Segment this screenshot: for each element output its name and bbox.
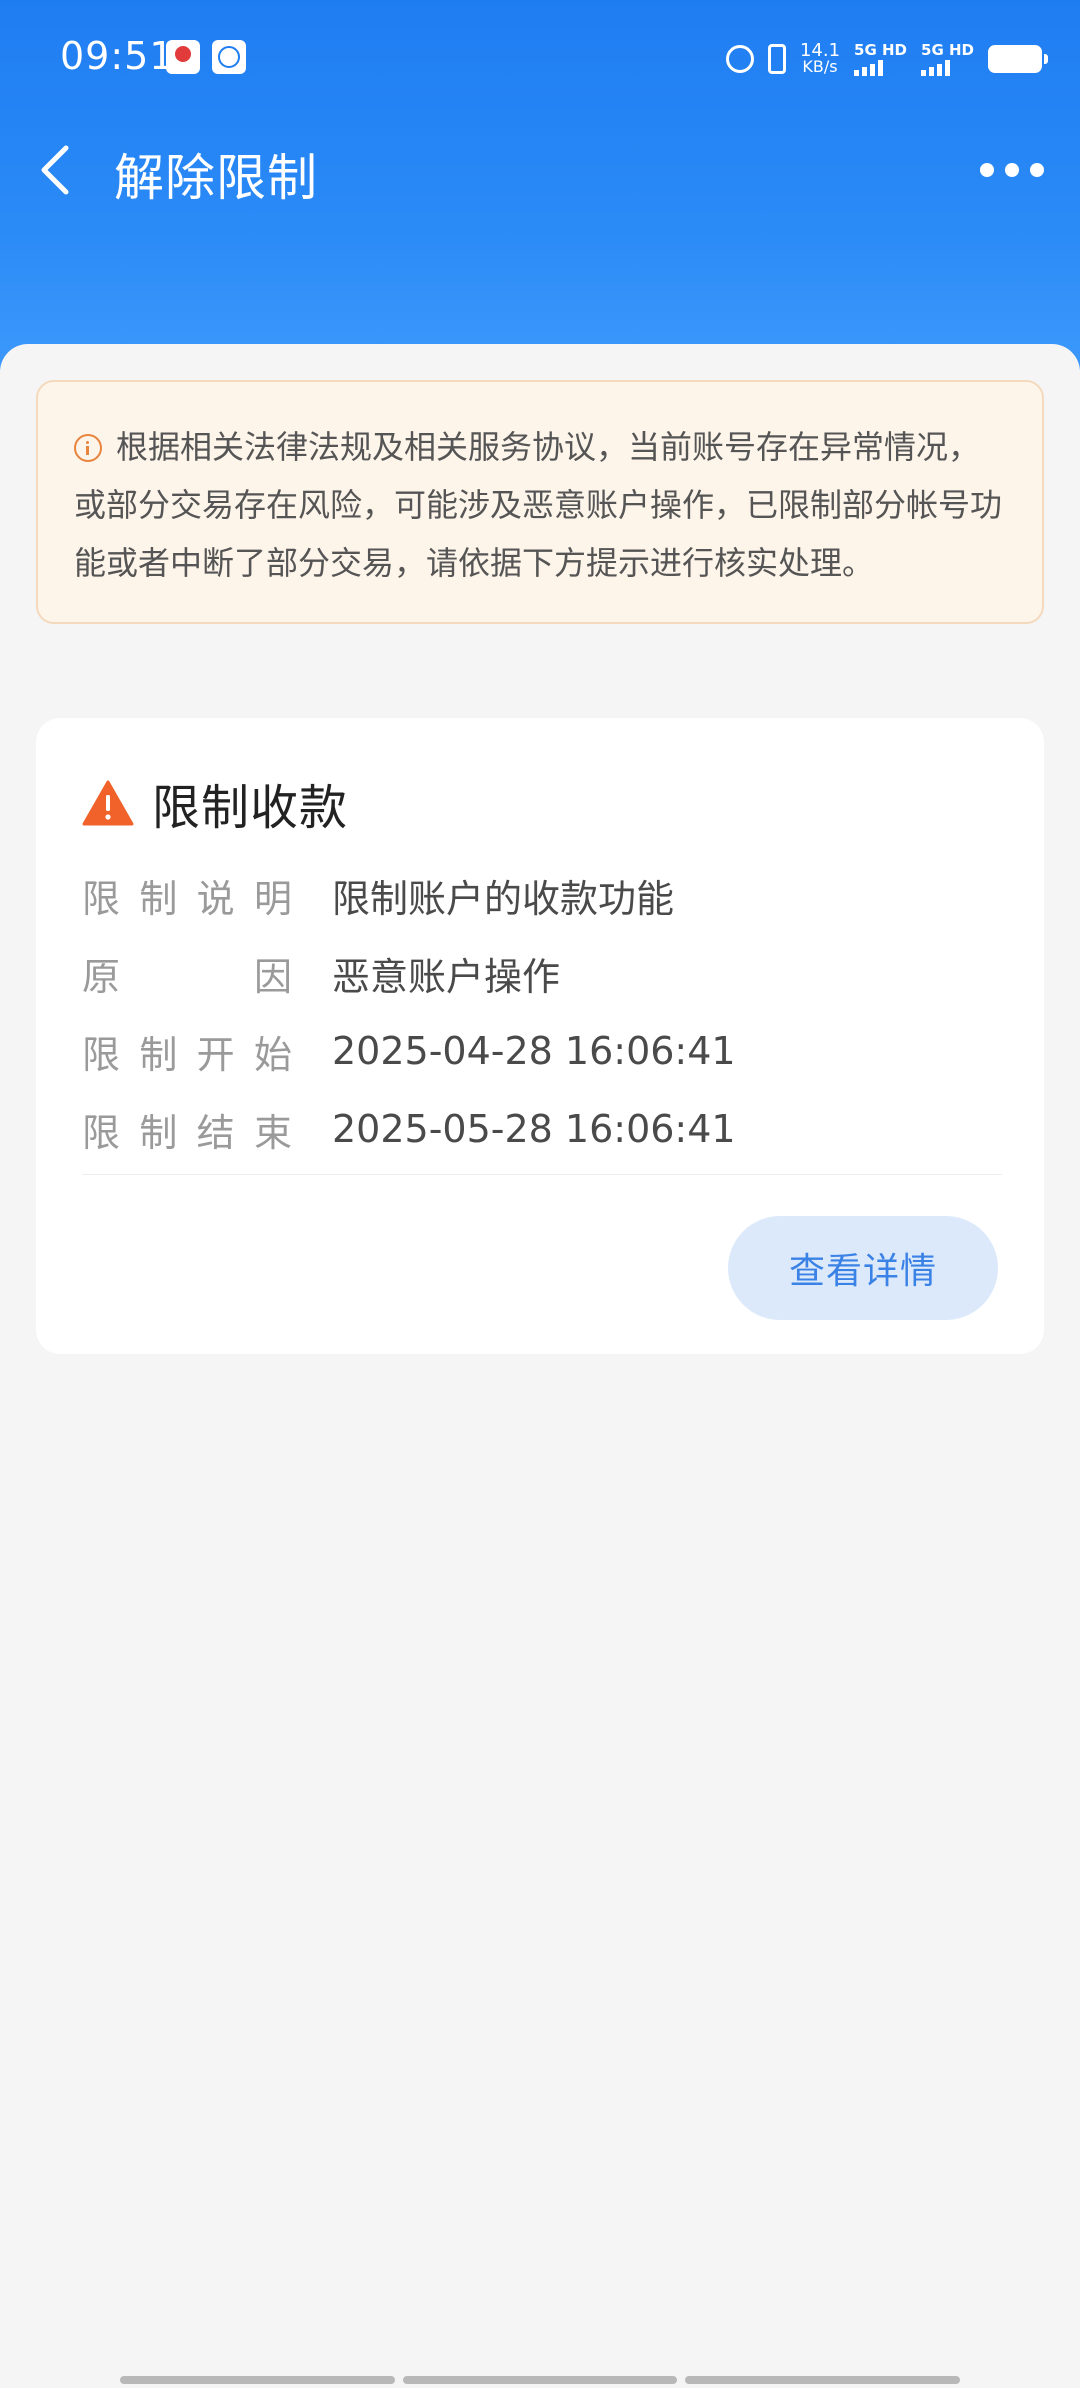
signal-label: 5G HD: [921, 41, 974, 59]
detail-value: 限制账户的收款功能: [332, 876, 675, 921]
detail-row-reason: 原 因 恶意账户操作: [82, 934, 1002, 1012]
status-time: 09:51: [60, 34, 175, 78]
network-speed-unit: KB/s: [802, 57, 838, 76]
card-title: 限制收款: [152, 780, 349, 836]
app-notification-icon: [166, 40, 200, 74]
status-indicators: 14.1 KB/s 5G HD 5G HD: [725, 36, 1048, 82]
card-header: 限制收款: [82, 770, 348, 836]
signal-icon: 5G HD: [921, 42, 974, 76]
vibrate-icon: [767, 44, 786, 74]
detail-label: 限 制 开 始: [82, 1032, 292, 1077]
app-notification-icon: [212, 40, 246, 74]
info-circle-icon: [74, 434, 102, 462]
notice-text: 根据相关法律法规及相关服务协议，当前账号存在异常情况，或部分交易存在风险，可能涉…: [74, 428, 1003, 582]
page-title: 解除限制: [114, 149, 318, 207]
warning-triangle-icon: [82, 780, 134, 826]
signal-label: 5G HD: [854, 41, 908, 59]
nav-bar: 解除限制: [0, 120, 1080, 220]
detail-label: 限 制 结 束: [82, 1110, 292, 1155]
detail-value: 2025-05-28 16:06:41: [332, 1107, 736, 1151]
chevron-left-icon: [41, 145, 69, 195]
alarm-icon: [725, 45, 754, 73]
network-speed: 14.1 KB/s: [800, 42, 840, 76]
content-sheet: 根据相关法律法规及相关服务协议，当前账号存在异常情况，或部分交易存在风险，可能涉…: [0, 344, 1080, 2388]
gesture-bar[interactable]: [120, 2376, 961, 2384]
signal-icon: 5G HD: [854, 42, 907, 76]
detail-label: 限 制 说 明: [82, 876, 292, 921]
back-button[interactable]: [30, 140, 90, 200]
battery-icon: [988, 45, 1048, 73]
detail-value: 2025-04-28 16:06:41: [332, 1029, 736, 1073]
detail-row-end: 限 制 结 束 2025-05-28 16:06:41: [82, 1090, 1002, 1168]
detail-row-description: 限 制 说 明 限制账户的收款功能: [82, 856, 1002, 934]
notice-banner: 根据相关法律法规及相关服务协议，当前账号存在异常情况，或部分交易存在风险，可能涉…: [36, 380, 1044, 624]
restriction-card: 限制收款 限 制 说 明 限制账户的收款功能 原 因 恶意账户操作 限 制 开 …: [36, 718, 1044, 1354]
detail-label: 原 因: [82, 954, 292, 999]
view-details-button[interactable]: 查看详情: [728, 1216, 998, 1320]
restriction-details: 限 制 说 明 限制账户的收款功能 原 因 恶意账户操作 限 制 开 始 202…: [82, 856, 1002, 1168]
status-bar: 09:51 14.1 KB/s 5G HD 5G HD: [0, 0, 1080, 120]
detail-row-start: 限 制 开 始 2025-04-28 16:06:41: [82, 1012, 1002, 1090]
more-button[interactable]: [980, 148, 1044, 192]
detail-value: 恶意账户操作: [332, 954, 561, 999]
more-dots-icon: [980, 163, 994, 177]
divider: [82, 1174, 1002, 1175]
